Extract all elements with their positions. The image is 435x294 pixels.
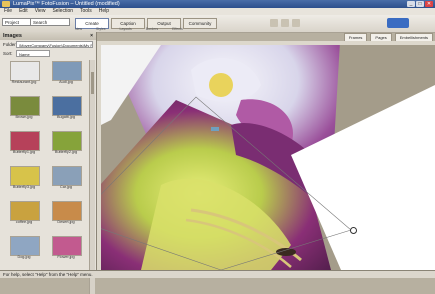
thumbnail-image[interactable] xyxy=(52,236,82,256)
subtool-borders[interactable]: Borders xyxy=(146,27,158,31)
thumbnail-label: Butterfly2.jpg xyxy=(54,150,78,154)
thumbnail-label: Audi.jpg xyxy=(59,80,73,84)
menu-bar: File Edit View Selection Tools Help xyxy=(0,8,435,15)
thumbnail-image[interactable] xyxy=(10,61,40,81)
menu-selection[interactable]: Selection xyxy=(52,8,73,15)
subtool-styles[interactable]: Styles xyxy=(96,27,106,31)
thumbnail-image[interactable] xyxy=(10,166,40,186)
subtool-layouts[interactable]: Layouts xyxy=(120,27,132,31)
close-panel-icon[interactable]: × xyxy=(90,33,93,39)
thumbnail-image[interactable] xyxy=(10,131,40,151)
thumbnail-item[interactable]: Butterfly3.jpg xyxy=(3,166,45,193)
subtool-effects[interactable]: Effects xyxy=(172,27,183,31)
sort-label: Sort: xyxy=(3,51,13,56)
subtool-new[interactable]: New xyxy=(75,27,82,31)
thumbnail-item[interactable]: coffee.jpg xyxy=(3,201,45,228)
thumbnail-item[interactable]: Butterfly2.jpg xyxy=(45,131,87,158)
title-bar: LumaPix™ FotoFusion – Untitled (modified… xyxy=(0,0,435,8)
thumbnail-item[interactable]: Bugatti.jpg xyxy=(45,96,87,123)
thumbnail-label: Butterfly3.jpg xyxy=(12,185,36,189)
thumbnail-image[interactable] xyxy=(52,61,82,81)
menu-view[interactable]: View xyxy=(35,8,46,15)
app-icon xyxy=(2,1,10,7)
zoom-icon[interactable] xyxy=(292,19,300,27)
thumbnail-image[interactable] xyxy=(52,96,82,116)
thumbnail-item[interactable]: Flower.jpg xyxy=(45,236,87,263)
resize-handle[interactable] xyxy=(350,227,357,234)
thumbnail-label: Bugatti.jpg xyxy=(57,115,75,119)
menu-tools[interactable]: Tools xyxy=(80,8,92,15)
thumbnail-image[interactable] xyxy=(52,131,82,151)
search-input[interactable]: Search xyxy=(30,18,70,26)
collage-artwork xyxy=(101,45,435,270)
selected-frame-tag xyxy=(211,127,219,131)
sort-dropdown[interactable]: Name xyxy=(16,50,50,57)
menu-file[interactable]: File xyxy=(4,8,12,15)
thumbnail-item[interactable]: Butterfly1.jpg xyxy=(3,131,45,158)
thumbnail-image[interactable] xyxy=(52,166,82,186)
thumbnail-item[interactable]: Brown.jpg xyxy=(3,96,45,123)
thumbnail-label: Desert.jpg xyxy=(57,220,75,224)
thumbnail-item[interactable]: Restaurant.jpg xyxy=(3,61,45,88)
thumbnail-label: Dog.jpg xyxy=(17,255,31,259)
thumbnail-label: Restaurant.jpg xyxy=(11,80,37,84)
window-title: LumaPix™ FotoFusion – Untitled (modified… xyxy=(13,1,120,7)
thumbnail-label: Brown.jpg xyxy=(15,115,33,119)
menu-help[interactable]: Help xyxy=(99,8,109,15)
folder-label: Folder: xyxy=(3,42,18,47)
main-toolbar: Project Search Create Caption Output Com… xyxy=(0,15,435,33)
thumbnail-grid: Restaurant.jpg Audi.jpg Brown.jpg Bugatti.j… xyxy=(3,61,87,293)
maximize-button[interactable]: □ xyxy=(416,1,424,7)
thumbnail-label: Car.jpg xyxy=(59,185,73,189)
images-panel-header: Images × xyxy=(0,32,96,40)
thumbnail-image[interactable] xyxy=(10,201,40,221)
thumbnail-item[interactable]: Dog.jpg xyxy=(3,236,45,263)
thumbnail-item[interactable]: Audi.jpg xyxy=(45,61,87,88)
scrollbar-thumb[interactable] xyxy=(91,72,94,94)
thumbnail-scrollbar[interactable] xyxy=(89,60,95,294)
thumbnail-label: coffee.jpg xyxy=(15,220,33,224)
thumbnail-item[interactable]: Car.jpg xyxy=(45,166,87,193)
thumbnail-item[interactable]: Desert.jpg xyxy=(45,201,87,228)
thumbnail-label: Butterfly1.jpg xyxy=(12,150,36,154)
images-panel-title: Images xyxy=(3,33,22,39)
folder-path-field[interactable]: \MoyerCompany\Fusion\Documents\My Pictur… xyxy=(16,41,93,48)
minimize-button[interactable]: _ xyxy=(407,1,415,7)
undo-icon[interactable] xyxy=(270,19,278,27)
status-bar: For help, select "Help" from the "Help" … xyxy=(0,270,435,278)
tab-community[interactable]: Community xyxy=(183,18,217,29)
redo-icon[interactable] xyxy=(281,19,289,27)
images-panel: Images × Folder: \MoyerCompany\Fusion\Do… xyxy=(0,32,97,294)
thumbnail-image[interactable] xyxy=(52,201,82,221)
collage-canvas[interactable] xyxy=(101,45,435,270)
thumbnail-image[interactable] xyxy=(10,96,40,116)
thumbnail-image[interactable] xyxy=(10,236,40,256)
menu-edit[interactable]: Edit xyxy=(19,8,28,15)
thumbnail-label: Flower.jpg xyxy=(57,255,75,259)
close-button[interactable]: ✕ xyxy=(425,1,433,7)
app-logo xyxy=(387,18,409,28)
